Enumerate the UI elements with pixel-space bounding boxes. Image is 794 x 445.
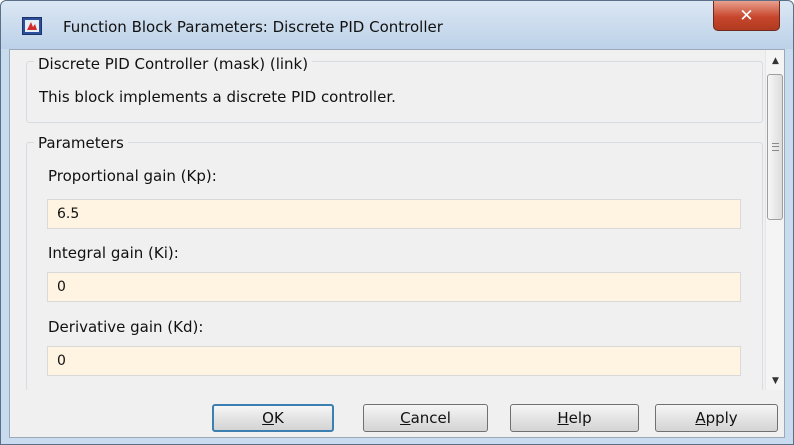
kp-input[interactable] bbox=[47, 199, 741, 229]
close-icon: ✕ bbox=[739, 5, 754, 26]
grip-icon bbox=[771, 143, 779, 151]
vertical-scrollbar[interactable]: ▲ ▼ bbox=[765, 50, 784, 390]
scroll-down-arrow-icon[interactable]: ▼ bbox=[766, 372, 784, 389]
cancel-button[interactable]: Cancel bbox=[363, 404, 488, 432]
mask-group-legend: Discrete PID Controller (mask) (link) bbox=[34, 55, 313, 73]
parameters-scroll-area: Discrete PID Controller (mask) (link) Th… bbox=[10, 50, 764, 390]
kd-label: Derivative gain (Kd): bbox=[48, 318, 204, 336]
help-mnemonic: H bbox=[557, 409, 569, 427]
simulink-block-icon bbox=[22, 17, 42, 35]
dialog-client-area: Discrete PID Controller (mask) (link) Th… bbox=[9, 49, 785, 438]
mask-description-text: This block implements a discrete PID con… bbox=[39, 88, 396, 106]
ki-input[interactable] bbox=[47, 272, 741, 302]
cancel-mnemonic: C bbox=[400, 409, 411, 427]
kp-label: Proportional gain (Kp): bbox=[48, 167, 217, 185]
dialog-window: Function Block Parameters: Discrete PID … bbox=[0, 0, 794, 445]
window-title: Function Block Parameters: Discrete PID … bbox=[63, 18, 443, 36]
title-bar[interactable]: Function Block Parameters: Discrete PID … bbox=[1, 1, 793, 49]
cancel-label-rest: ancel bbox=[410, 409, 451, 427]
parameters-group-legend: Parameters bbox=[34, 134, 128, 152]
help-label-rest: elp bbox=[568, 409, 592, 427]
scroll-up-arrow-icon[interactable]: ▲ bbox=[766, 52, 784, 69]
ok-label-rest: K bbox=[273, 409, 284, 427]
close-button[interactable]: ✕ bbox=[713, 1, 780, 31]
ok-mnemonic: O bbox=[262, 409, 274, 427]
scrollbar-thumb[interactable] bbox=[767, 74, 783, 220]
apply-mnemonic: A bbox=[695, 409, 706, 427]
help-button[interactable]: Help bbox=[510, 404, 639, 432]
apply-button[interactable]: Apply bbox=[655, 404, 778, 432]
ok-button[interactable]: OK bbox=[212, 404, 334, 432]
ki-label: Integral gain (Ki): bbox=[48, 244, 179, 262]
kd-input[interactable] bbox=[47, 346, 741, 376]
apply-label-rest: pply bbox=[705, 409, 738, 427]
